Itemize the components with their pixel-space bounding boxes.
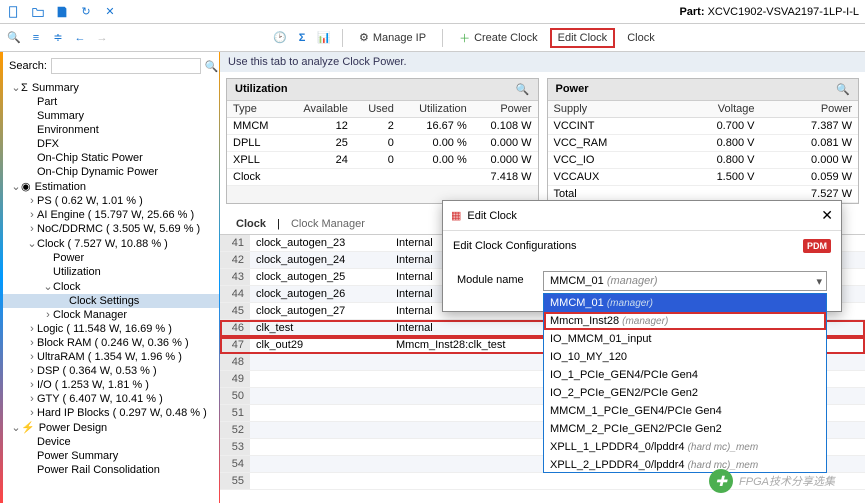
combo-option[interactable]: IO_MMCM_01_input — [544, 330, 826, 348]
tree-item[interactable]: ›NoC/DDRMC ( 3.505 W, 5.69 % ) — [3, 222, 219, 236]
tree-item[interactable]: On-Chip Dynamic Power — [3, 165, 219, 179]
combo-option[interactable]: IO_1_PCIe_GEN4/PCIe Gen4 — [544, 366, 826, 384]
tree-item[interactable]: ⌄Clock ( 7.527 W, 10.88 % ) — [3, 236, 219, 251]
dialog-icon: ▦ — [451, 209, 461, 222]
power-table: SupplyVoltagePowerVCCINT0.700 V7.387 WVC… — [548, 101, 859, 203]
pdm-badge: PDM — [803, 239, 831, 253]
edit-clock-button[interactable]: Edit Clock — [550, 28, 616, 48]
nav-tree: ⌄ΣSummaryPartSummaryEnvironmentDFXOn-Chi… — [3, 76, 219, 481]
top-toolbar: ↻ ✕ Part: XCVC1902-VSVA2197-1LP-I-L — [0, 0, 865, 24]
combo-option[interactable]: IO_2_PCIe_GEN2/PCIe Gen2 — [544, 384, 826, 402]
dialog-title: Edit Clock — [467, 210, 517, 222]
power-panel: Power 🔍 SupplyVoltagePowerVCCINT0.700 V7.… — [547, 78, 860, 204]
combo-option[interactable]: MMCM_1_PCIe_GEN4/PCIe Gen4 — [544, 402, 826, 420]
sigma-icon[interactable]: Σ — [294, 30, 310, 46]
cancel-icon[interactable]: ✕ — [102, 4, 118, 20]
save-icon[interactable] — [54, 4, 70, 20]
collapse-icon[interactable]: ≑ — [50, 30, 66, 46]
module-name-combo[interactable]: MMCM_01 (manager) MMCM_01 (manager)Mmcm_… — [543, 271, 827, 291]
file-new-icon[interactable] — [6, 4, 22, 20]
folder-open-icon[interactable] — [30, 4, 46, 20]
tab-clock-manager[interactable]: Clock Manager — [283, 214, 373, 234]
tree-item[interactable]: ⌄⚡Power Design — [3, 420, 219, 435]
combo-option[interactable]: Mmcm_Inst28 (manager) — [544, 312, 826, 330]
combo-option[interactable]: XPLL_1_LPDDR4_0/lpddr4 (hard mc)_mem — [544, 438, 826, 456]
clock-icon[interactable]: 🕑 — [272, 30, 288, 46]
tree-item[interactable]: On-Chip Static Power — [3, 151, 219, 165]
combo-option[interactable]: IO_10_MY_120 — [544, 348, 826, 366]
tree-item[interactable]: ›GTY ( 6.407 W, 10.41 % ) — [3, 392, 219, 406]
utilization-panel: Utilization 🔍 TypeAvailableUsedUtilizatio… — [226, 78, 539, 204]
hint-bar: Use this tab to analyze Clock Power. — [220, 52, 865, 72]
chart-icon[interactable]: 📊 — [316, 30, 332, 46]
align-icon[interactable]: ≡ — [28, 30, 44, 46]
tree-item[interactable]: ›Clock Manager — [3, 308, 219, 322]
tree-item[interactable]: Power — [3, 251, 219, 265]
nav-fwd-icon: → — [94, 30, 110, 46]
watermark: ✚ FPGA技术分享选集 — [709, 469, 835, 493]
module-name-label: Module name — [457, 271, 537, 286]
tree-item[interactable]: Power Rail Consolidation — [3, 463, 219, 477]
edit-clock-dialog: ▦ Edit Clock ✕ Edit Clock Configurations… — [442, 200, 842, 312]
nav-back-icon[interactable]: ← — [72, 30, 88, 46]
tree-item[interactable]: ›PS ( 0.62 W, 1.01 % ) — [3, 194, 219, 208]
refresh-icon[interactable]: ↻ — [78, 4, 94, 20]
manage-ip-button[interactable]: ⚙ Manage IP — [353, 29, 432, 46]
tree-item[interactable]: ›DSP ( 0.364 W, 0.53 % ) — [3, 364, 219, 378]
power-title: Power — [556, 83, 589, 96]
combo-dropdown[interactable]: MMCM_01 (manager)Mmcm_Inst28 (manager)IO… — [543, 293, 827, 473]
create-clock-button[interactable]: ＋Create Clock — [453, 28, 544, 48]
tree-item[interactable]: ›UltraRAM ( 1.354 W, 1.96 % ) — [3, 350, 219, 364]
clock-label: Clock — [621, 30, 661, 46]
tree-item[interactable]: Environment — [3, 123, 219, 137]
tree-item[interactable]: Device — [3, 435, 219, 449]
dialog-subtitle: Edit Clock Configurations — [453, 240, 577, 252]
tree-item[interactable]: Clock Settings — [3, 294, 219, 308]
combo-option[interactable]: MMCM_01 (manager) — [544, 294, 826, 312]
combo-option[interactable]: MMCM_2_PCIe_GEN2/PCIe Gen2 — [544, 420, 826, 438]
tree-item[interactable]: ›AI Engine ( 15.797 W, 25.66 % ) — [3, 208, 219, 222]
tree-item[interactable]: ›I/O ( 1.253 W, 1.81 % ) — [3, 378, 219, 392]
panel-search-icon[interactable]: 🔍 — [836, 83, 850, 96]
tree-item[interactable]: ⌄Clock — [3, 279, 219, 294]
utilization-table: TypeAvailableUsedUtilizationPowerMMCM122… — [227, 101, 538, 186]
tab-clock[interactable]: Clock — [228, 214, 274, 234]
secondary-toolbar: 🔍 ≡ ≑ ← → 🕑 Σ 📊 ⚙ Manage IP ＋Create Cloc… — [0, 24, 865, 52]
tree-item[interactable]: Part — [3, 95, 219, 109]
panel-search-icon[interactable]: 🔍 — [516, 83, 530, 96]
tree-item[interactable]: ›Hard IP Blocks ( 0.297 W, 0.48 % ) — [3, 406, 219, 420]
tree-item[interactable]: Summary — [3, 109, 219, 123]
close-icon[interactable]: ✕ — [821, 207, 833, 224]
sidebar: Search: 🔍 ⌄ΣSummaryPartSummaryEnvironmen… — [0, 52, 220, 503]
tree-item[interactable]: DFX — [3, 137, 219, 151]
search-label: Search: — [9, 60, 47, 72]
search-input[interactable] — [51, 58, 201, 74]
utilization-title: Utilization — [235, 83, 288, 96]
part-label: Part: XCVC1902-VSVA2197-1LP-I-L — [679, 6, 859, 18]
tree-item[interactable]: ⌄◉Estimation — [3, 179, 219, 194]
search-icon[interactable]: 🔍 — [6, 30, 22, 46]
tree-item[interactable]: ›Block RAM ( 0.246 W, 0.36 % ) — [3, 336, 219, 350]
combo-selected[interactable]: MMCM_01 (manager) — [543, 271, 827, 291]
search-go-icon[interactable]: 🔍 — [205, 58, 219, 74]
tree-item[interactable]: Utilization — [3, 265, 219, 279]
tree-item[interactable]: ⌄ΣSummary — [3, 80, 219, 95]
watermark-logo-icon: ✚ — [709, 469, 733, 493]
tree-item[interactable]: Power Summary — [3, 449, 219, 463]
tree-item[interactable]: ›Logic ( 11.548 W, 16.69 % ) — [3, 322, 219, 336]
